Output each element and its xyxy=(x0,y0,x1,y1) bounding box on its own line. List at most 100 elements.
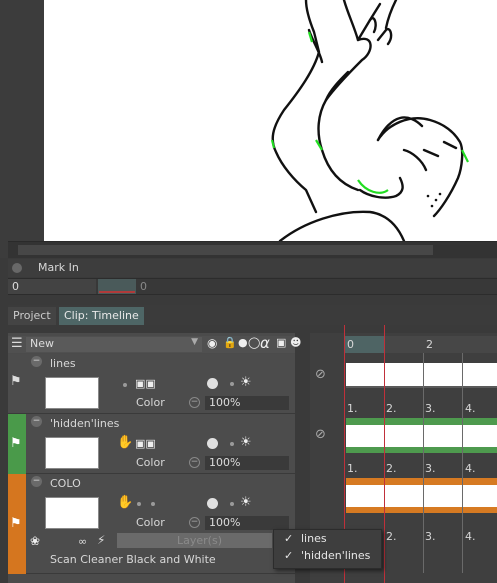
visibility-circle[interactable] xyxy=(207,498,218,509)
track-lines-separator xyxy=(346,386,497,388)
frame-range-bar[interactable]: 0 0 xyxy=(8,278,497,295)
layer-selector-text: Layer(s) xyxy=(177,534,222,547)
drawing-canvas[interactable] xyxy=(44,0,497,241)
frame-number: 4. xyxy=(465,402,476,415)
opacity-minus-icon[interactable]: − xyxy=(189,397,200,408)
alpha-icon[interactable]: α xyxy=(260,334,270,352)
track-lines[interactable] xyxy=(346,363,497,386)
viewer[interactable] xyxy=(0,0,497,258)
frame-number: 1. xyxy=(347,462,358,475)
color-label: Color xyxy=(136,456,165,469)
new-layer-dropdown[interactable]: New ▼ xyxy=(26,337,202,352)
opacity-field[interactable]: 100% xyxy=(205,456,289,470)
tag-icon[interactable]: ⚑ xyxy=(10,436,22,451)
layer-colo[interactable]: − COLO ✋ ☀ Color − 100% ❀ ∞ ⚡ Layer(s) S… xyxy=(26,474,295,574)
frame-number: 3. xyxy=(425,462,436,475)
opacity-field[interactable]: 100% xyxy=(205,516,289,530)
track-hidden-lines[interactable] xyxy=(346,425,497,447)
lightning-icon[interactable]: ⚡ xyxy=(97,533,105,547)
track-colo[interactable] xyxy=(346,485,497,507)
collapse-icon[interactable]: − xyxy=(31,476,42,487)
opacity-field[interactable]: 100% xyxy=(205,396,289,410)
ruler-tick-2: 2 xyxy=(426,338,433,351)
layer-thumbnail[interactable] xyxy=(45,377,99,409)
menu-item-label: 'hidden'lines xyxy=(301,549,371,562)
effect-name[interactable]: Scan Cleaner Black and White xyxy=(50,553,216,566)
link-icon[interactable]: ∞ xyxy=(78,535,87,548)
hide-track-icon[interactable]: ⊘ xyxy=(315,427,326,442)
face-icon[interactable]: ☻ xyxy=(290,336,301,349)
layer-name[interactable]: 'hidden'lines xyxy=(50,417,119,430)
tab-bar: Project Clip: Timeline xyxy=(8,305,497,325)
tag-icon[interactable]: ⚑ xyxy=(10,516,22,531)
layer-lines[interactable]: ⚑ − lines ▣▣ ☀ Color − 100% xyxy=(8,354,295,414)
track-hidden-lines-bar-bottom xyxy=(346,447,497,453)
menu-item-hidden-lines[interactable]: ✓ 'hidden'lines xyxy=(274,547,381,564)
viewer-scroll-thumb[interactable] xyxy=(18,245,433,255)
frame-number: 4. xyxy=(465,530,476,543)
frame-number: 2. xyxy=(386,530,397,543)
collapse-icon[interactable]: − xyxy=(31,356,42,367)
chevron-down-icon: ▼ xyxy=(191,337,198,347)
opacity-minus-icon[interactable]: − xyxy=(189,517,200,528)
opacity-minus-icon[interactable]: − xyxy=(189,457,200,468)
composite-icon[interactable]: ▣▣ xyxy=(135,437,156,450)
hand-icon[interactable]: ✋ xyxy=(117,495,133,510)
new-layer-icon[interactable]: ☰ xyxy=(11,336,23,351)
hide-track-icon[interactable]: ⊘ xyxy=(315,367,326,382)
lock-dot[interactable] xyxy=(230,382,234,386)
current-frame-field[interactable]: 0 xyxy=(12,280,19,293)
range-progress xyxy=(99,291,135,293)
layer-name[interactable]: lines xyxy=(50,357,76,370)
mark-in-icon[interactable] xyxy=(12,263,22,273)
frame-number: 3. xyxy=(425,530,436,543)
sun-icon[interactable]: ☀ xyxy=(240,435,252,450)
menu-item-lines[interactable]: ✓ lines xyxy=(274,530,381,547)
end-frame-field[interactable]: 0 xyxy=(140,280,147,293)
layer-hidden-lines[interactable]: − 'hidden'lines ✋ ▣▣ ☀ Color − 100% xyxy=(26,414,295,474)
layer-name[interactable]: COLO xyxy=(50,477,81,490)
visibility-circle[interactable] xyxy=(207,378,218,389)
color-label: Color xyxy=(136,396,165,409)
layer-thumbnail[interactable] xyxy=(45,437,99,469)
palette-icon[interactable]: ❀ xyxy=(30,534,40,548)
playhead-end[interactable] xyxy=(384,325,385,583)
mark-in-label: Mark In xyxy=(38,261,79,274)
eye-icon[interactable]: ◉ xyxy=(207,336,217,350)
timeline-ruler[interactable]: 0 2 xyxy=(344,336,497,353)
tab-project-label: Project xyxy=(13,309,51,322)
hand-icon[interactable]: ✋ xyxy=(117,435,133,450)
mark-in-bar: Mark In xyxy=(8,259,497,277)
lock-icon[interactable]: 🔒 xyxy=(223,336,237,349)
lock-dot[interactable] xyxy=(230,502,234,506)
opacity-value: 100% xyxy=(209,456,241,469)
tag-icon[interactable]: ⚑ xyxy=(10,374,22,389)
ruler-tick-0: 0 xyxy=(347,338,354,351)
collapse-icon[interactable]: − xyxy=(31,416,42,427)
tab-project[interactable]: Project xyxy=(8,307,56,325)
layer-context-menu[interactable]: ✓ lines ✓ 'hidden'lines xyxy=(273,529,382,569)
tab-clip-timeline[interactable]: Clip: Timeline xyxy=(59,307,144,325)
track-colo-bar-top xyxy=(346,478,497,485)
layer-selector-field[interactable]: Layer(s) xyxy=(117,533,272,548)
opacity-value: 100% xyxy=(209,516,241,529)
sketch-drawing xyxy=(270,0,469,241)
tab-clip-timeline-label: Clip: Timeline xyxy=(64,309,139,322)
sun-icon[interactable]: ☀ xyxy=(240,495,252,510)
composite-icon[interactable]: ▣▣ xyxy=(135,377,156,390)
visibility-circle[interactable] xyxy=(207,438,218,449)
select-icon[interactable]: ▣ xyxy=(276,336,286,349)
layer-thumbnail[interactable] xyxy=(45,497,99,529)
frame-divider xyxy=(423,353,424,573)
track-hidden-lines-bar-top xyxy=(346,418,497,425)
lock-dot[interactable] xyxy=(230,442,234,446)
dot-icon xyxy=(123,383,127,387)
light-icon[interactable]: ● xyxy=(238,336,248,349)
viewer-scrollbar[interactable] xyxy=(8,241,497,258)
sun-icon[interactable]: ☀ xyxy=(240,375,252,390)
frame-number: 1. xyxy=(347,402,358,415)
opacity-value: 100% xyxy=(209,396,241,409)
lightbulb-icon[interactable]: ◯ xyxy=(248,336,260,349)
frame-number: 3. xyxy=(425,402,436,415)
dot-icon xyxy=(151,502,155,506)
